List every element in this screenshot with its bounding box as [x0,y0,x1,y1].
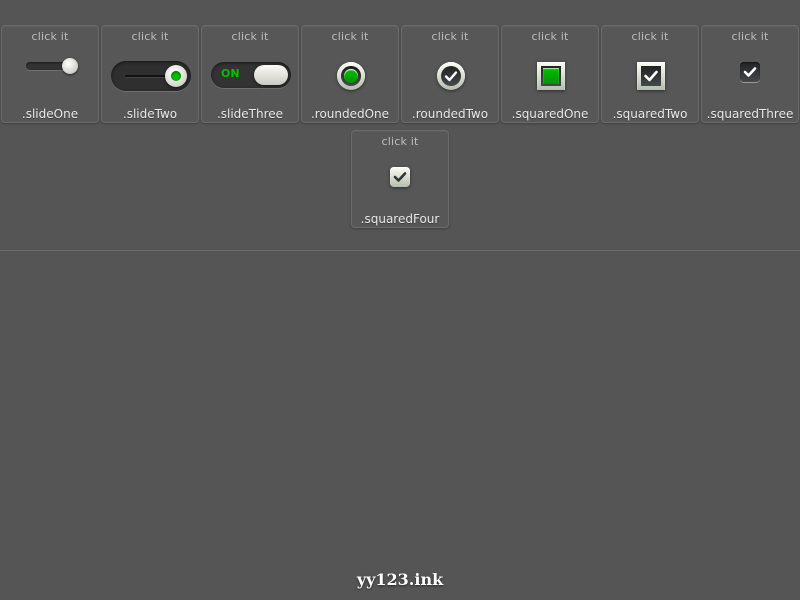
demo-page: click it .slideOne click it .slideTwo cl… [0,0,800,600]
demo-name-label: .squaredFour [360,212,440,226]
checkbox-well [541,66,561,86]
card-slide-one: click it .slideOne [1,25,99,123]
radio-dot-icon [171,71,181,81]
divider [0,250,800,251]
card-rounded-one: click it .roundedOne [301,25,399,123]
click-it-hint: click it [531,30,569,43]
checkbox-well [341,66,361,86]
radio-dot-icon [344,69,358,83]
check-icon [644,70,658,82]
card-slide-two: click it .slideTwo [101,25,199,123]
slide-one-toggle[interactable] [26,58,78,74]
card-squared-one: click it .squaredOne [501,25,599,123]
toggle-knob-icon [254,65,288,85]
slide-two-toggle[interactable] [111,61,191,91]
rounded-two-checkbox[interactable] [437,62,465,90]
demo-name-label: .roundedTwo [411,107,489,121]
rounded-one-checkbox[interactable] [337,62,365,90]
toggle-knob-icon [165,65,187,87]
demo-name-label: .slideThree [216,107,284,121]
click-it-hint: click it [431,30,469,43]
checked-fill-icon [543,68,559,84]
squared-three-checkbox[interactable] [740,62,760,82]
click-it-hint: click it [131,30,169,43]
squared-one-checkbox[interactable] [537,62,565,90]
click-it-hint: click it [631,30,669,43]
card-squared-two: click it .squaredTwo [601,25,699,123]
click-it-hint: click it [31,30,69,43]
click-it-hint: click it [231,30,269,43]
card-slide-three: click it ON .slideThree [201,25,299,123]
toggle-state-label: ON [221,67,240,80]
check-icon [393,172,407,182]
demo-name-label: .roundedOne [310,107,390,121]
click-it-hint: click it [381,135,419,148]
click-it-hint: click it [331,30,369,43]
check-icon [743,67,757,77]
squared-four-checkbox[interactable] [390,167,410,187]
demo-name-label: .squaredTwo [612,107,688,121]
card-squared-four: click it .squaredFour [351,130,449,228]
card-squared-three: click it .squaredThree [701,25,799,123]
check-icon [444,71,458,82]
slide-three-toggle[interactable]: ON [211,62,291,88]
demo-name-label: .slideOne [21,107,79,121]
toggle-knob-icon [62,58,78,74]
squared-two-checkbox[interactable] [637,62,665,90]
click-it-hint: click it [731,30,769,43]
demo-name-label: .squaredOne [511,107,589,121]
watermark: yy123.ink [356,570,444,589]
demo-name-label: .squaredThree [706,107,794,121]
card-rounded-two: click it .roundedTwo [401,25,499,123]
demo-name-label: .slideTwo [122,107,178,121]
